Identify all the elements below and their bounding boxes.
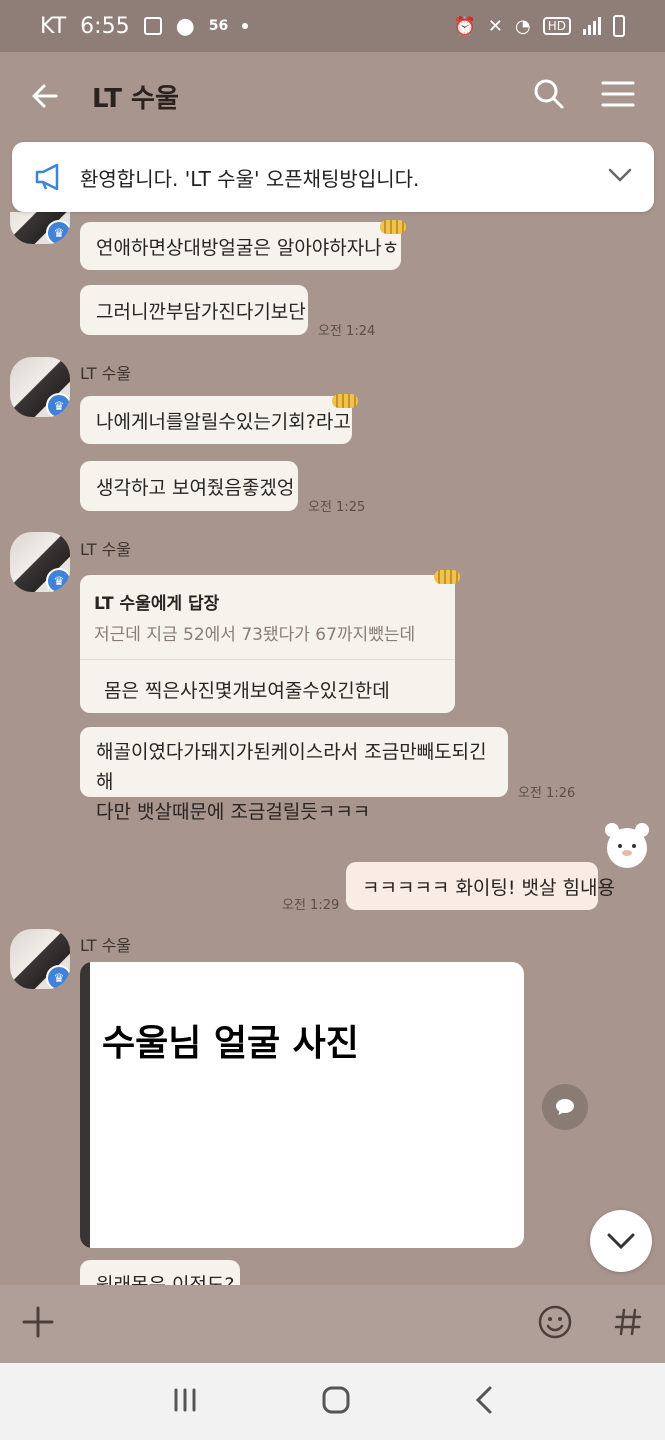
sender-name: LT 수울 bbox=[80, 936, 132, 955]
plus-icon bbox=[22, 1306, 54, 1338]
chat-header: LT 수울 bbox=[0, 52, 665, 140]
crown-icon: ♛ bbox=[46, 393, 70, 417]
message-line: 해골이였다가돼지가된케이스라서 조금만빼도되긴해 bbox=[96, 741, 487, 793]
notice-expand-button[interactable] bbox=[608, 167, 632, 187]
chat-area[interactable]: ♛ 연애하면상대방얼굴은 알아야하자나ㅎ 그러니깐부담가진다기보단 오전 1:2… bbox=[0, 212, 665, 1285]
avatar[interactable]: ♛ bbox=[10, 532, 70, 592]
alarm-icon: ⏰ bbox=[453, 15, 476, 37]
message-bubble[interactable]: 원래몸은 이정도? bbox=[80, 1260, 240, 1285]
share-button[interactable] bbox=[542, 1084, 588, 1130]
tag-icon bbox=[380, 220, 406, 234]
hd-badge: HD bbox=[542, 17, 571, 35]
tag-icon bbox=[434, 570, 460, 584]
mic-icon: ● bbox=[175, 13, 195, 39]
avatar[interactable]: ♛ bbox=[10, 929, 70, 989]
message-bubble[interactable]: 나에게너를알릴수있는기회?라고 bbox=[80, 396, 352, 444]
search-button[interactable] bbox=[533, 78, 565, 114]
reply-quote: 저근데 지금 52에서 73됐다가 67까지뺐는데 bbox=[80, 614, 455, 660]
chat-title: LT 수울 bbox=[92, 83, 179, 114]
message-bubble[interactable]: 생각하고 보여줬음좋겠엉 bbox=[80, 461, 298, 511]
crown-icon: ♛ bbox=[46, 568, 70, 592]
reply-bubble[interactable]: LT 수울에게 답장 저근데 지금 52에서 73됐다가 67까지뺐는데 몸은 … bbox=[80, 575, 455, 713]
photo-edge bbox=[80, 962, 90, 1248]
message-bubble[interactable]: 해골이였다가돼지가된케이스라서 조금만빼도되긴해 다만 뱃살때문에 조금걸릴듯ㅋ… bbox=[80, 727, 508, 823]
arrow-left-icon bbox=[32, 84, 58, 108]
timestamp: 오전 1:25 bbox=[308, 500, 366, 515]
photo-caption: 수울님 얼굴 사진 bbox=[102, 1023, 359, 1064]
nav-back-button[interactable] bbox=[474, 1385, 494, 1419]
bear-sticker-icon bbox=[605, 823, 649, 868]
timestamp: 오전 1:26 bbox=[518, 786, 576, 801]
message-line: 다만 뱃살때문에 조금걸릴듯ㅋㅋㅋ bbox=[96, 801, 371, 823]
input-bar bbox=[0, 1285, 665, 1363]
recent-apps-icon bbox=[174, 1388, 196, 1411]
crown-icon: ♛ bbox=[46, 220, 70, 244]
chat-bubble-icon bbox=[556, 1099, 574, 1115]
chevron-down-icon bbox=[607, 1233, 635, 1250]
status-bar: KT 6:55 ● 56 ⏰ ✕ ◔ HD bbox=[0, 0, 665, 52]
timestamp: 오전 1:24 bbox=[318, 324, 376, 339]
home-button[interactable] bbox=[321, 1385, 351, 1419]
hash-button[interactable] bbox=[613, 1307, 643, 1341]
megaphone-icon bbox=[35, 163, 59, 191]
emoji-button[interactable] bbox=[537, 1304, 573, 1344]
hash-icon bbox=[614, 1308, 642, 1336]
battery-icon bbox=[613, 15, 625, 37]
message-bubble[interactable]: 그러니깐부담가진다기보단 bbox=[80, 285, 308, 335]
photo-message[interactable]: 수울님 얼굴 사진 bbox=[80, 962, 524, 1248]
sender-name: LT 수울 bbox=[80, 540, 132, 559]
tag-icon bbox=[332, 394, 358, 408]
system-nav-bar bbox=[0, 1363, 665, 1440]
dot-icon bbox=[242, 23, 249, 29]
network-badge: 56 bbox=[208, 18, 229, 34]
smiley-icon bbox=[538, 1305, 572, 1339]
signal-icon bbox=[583, 17, 601, 35]
search-icon bbox=[534, 79, 564, 109]
sender-name: LT 수울 bbox=[80, 364, 132, 383]
hamburger-menu-icon bbox=[601, 81, 635, 107]
mute-icon: ✕ bbox=[487, 15, 504, 37]
avatar[interactable]: ♛ bbox=[10, 357, 70, 417]
wifi-icon: ◔ bbox=[515, 15, 531, 37]
timestamp: 오전 1:29 bbox=[282, 898, 340, 913]
avatar[interactable]: ♛ bbox=[10, 212, 70, 244]
reply-body: 몸은 찍은사진몇개보여줄수있긴한데 bbox=[104, 680, 390, 702]
gallery-icon bbox=[143, 17, 162, 35]
clock: 6:55 bbox=[80, 13, 130, 39]
back-button[interactable] bbox=[30, 76, 70, 116]
scroll-to-bottom-button[interactable] bbox=[590, 1210, 652, 1272]
notice-banner[interactable]: 환영합니다. 'LT 수울' 오픈채팅방입니다. bbox=[12, 142, 654, 212]
my-message-bubble[interactable]: ㅋㅋㅋㅋㅋ 화이팅! 뱃살 힘내용 bbox=[346, 862, 615, 910]
crown-icon: ♛ bbox=[46, 965, 70, 989]
recent-apps-button[interactable] bbox=[171, 1386, 199, 1418]
reply-header: LT 수울에게 답장 bbox=[94, 594, 220, 614]
message-bubble[interactable]: 연애하면상대방얼굴은 알아야하자나ㅎ bbox=[80, 222, 401, 270]
chevron-down-icon bbox=[608, 168, 632, 182]
home-icon bbox=[322, 1386, 350, 1413]
add-button[interactable] bbox=[22, 1306, 54, 1342]
nav-back-icon bbox=[475, 1386, 492, 1413]
carrier: KT bbox=[40, 13, 67, 39]
menu-button[interactable] bbox=[601, 80, 635, 112]
notice-text: 환영합니다. 'LT 수울' 오픈채팅방입니다. bbox=[80, 166, 420, 191]
